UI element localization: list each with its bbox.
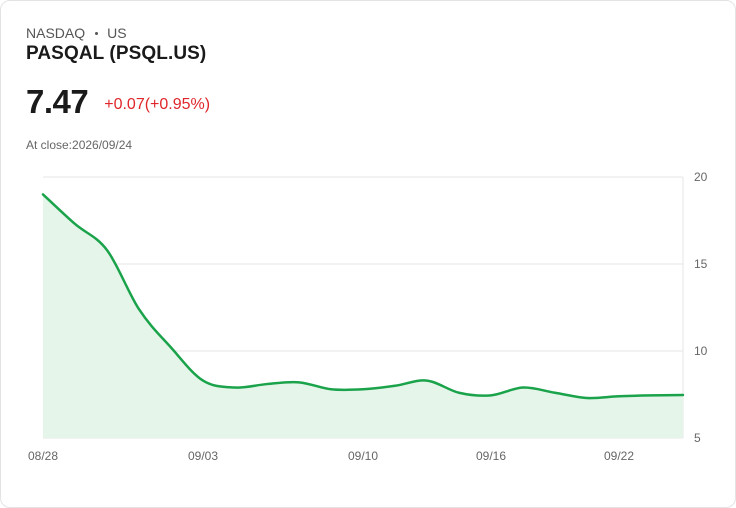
x-tick-label: 08/28 [28, 449, 58, 463]
y-tick-label: 5 [694, 431, 701, 445]
y-tick-label: 15 [694, 257, 708, 271]
x-tick-label: 09/10 [348, 449, 378, 463]
x-tick-label: 09/22 [604, 449, 634, 463]
y-tick-label: 20 [694, 170, 708, 184]
x-axis-ticks: 08/28 09/03 09/10 09/16 09/22 [28, 449, 634, 463]
y-axis-ticks: 20 15 10 5 [694, 170, 708, 445]
x-tick-label: 09/03 [188, 449, 218, 463]
price-area [43, 194, 683, 438]
area-fill [43, 194, 683, 438]
x-tick-label: 09/16 [476, 449, 506, 463]
y-tick-label: 10 [694, 344, 708, 358]
price-chart[interactable]: 20 15 10 5 08/28 09/03 09/10 09/16 09/22 [0, 0, 736, 508]
